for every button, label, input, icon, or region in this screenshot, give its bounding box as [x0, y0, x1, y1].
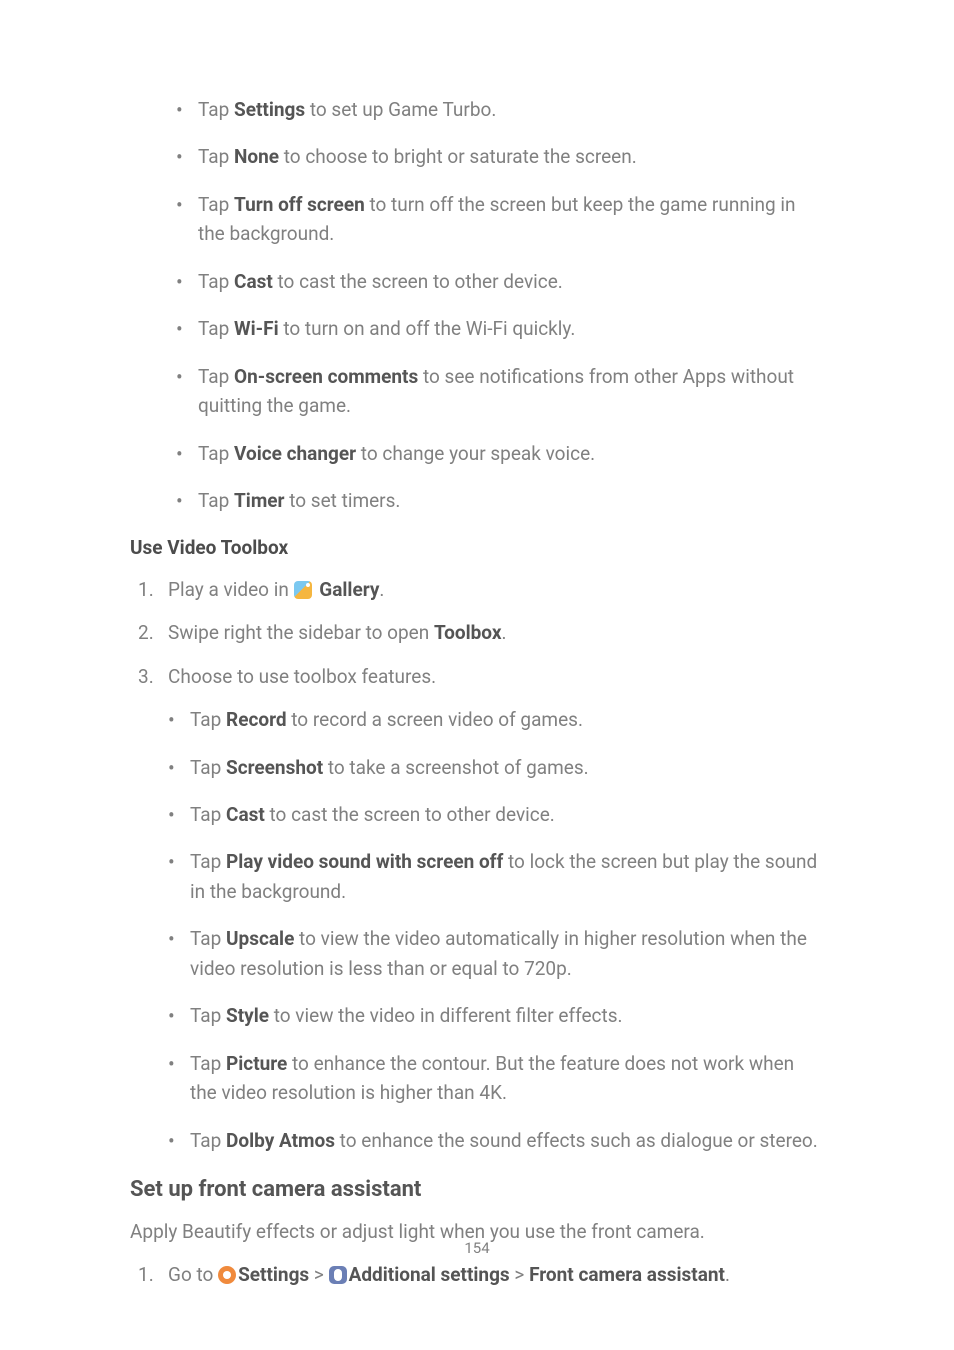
step-item: Swipe right the sidebar to open Toolbox. [138, 618, 824, 647]
list-item: Tap Upscale to view the video automatica… [168, 924, 824, 983]
list-item: Tap Wi-Fi to turn on and off the Wi-Fi q… [176, 314, 824, 343]
video-toolbox-steps: Play a video in Gallery. Swipe right the… [138, 575, 824, 1155]
list-item: Tap Dolby Atmos to enhance the sound eff… [168, 1126, 824, 1155]
list-item: Tap Record to record a screen video of g… [168, 705, 824, 734]
step-item: Go to Settings > Additional settings > F… [138, 1260, 824, 1289]
list-item: Tap Picture to enhance the contour. But … [168, 1049, 824, 1108]
list-item: Tap Cast to cast the screen to other dev… [168, 800, 824, 829]
settings-icon [218, 1266, 236, 1284]
list-item: Tap Voice changer to change your speak v… [176, 439, 824, 468]
list-item: Tap Turn off screen to turn off the scre… [176, 190, 824, 249]
front-camera-heading: Set up front camera assistant [130, 1173, 824, 1207]
list-item: Tap Timer to set timers. [176, 486, 824, 515]
additional-settings-icon [329, 1266, 347, 1284]
list-item: Tap None to choose to bright or saturate… [176, 142, 824, 171]
page-number: 154 [130, 1237, 824, 1260]
list-item: Tap Cast to cast the screen to other dev… [176, 267, 824, 296]
list-item: Tap Settings to set up Game Turbo. [176, 95, 824, 124]
gallery-icon [294, 581, 312, 599]
game-turbo-bullets: Tap Settings to set up Game Turbo. Tap N… [176, 95, 824, 515]
list-item: Tap Style to view the video in different… [168, 1001, 824, 1030]
front-camera-steps: Go to Settings > Additional settings > F… [138, 1260, 824, 1289]
list-item: Tap Screenshot to take a screenshot of g… [168, 753, 824, 782]
toolbox-feature-bullets: Tap Record to record a screen video of g… [168, 705, 824, 1155]
list-item: Tap Play video sound with screen off to … [168, 847, 824, 906]
step-item: Choose to use toolbox features. Tap Reco… [138, 662, 824, 1155]
list-item: Tap On-screen comments to see notificati… [176, 362, 824, 421]
use-video-toolbox-heading: Use Video Toolbox [130, 533, 824, 562]
step-item: Play a video in Gallery. [138, 575, 824, 604]
